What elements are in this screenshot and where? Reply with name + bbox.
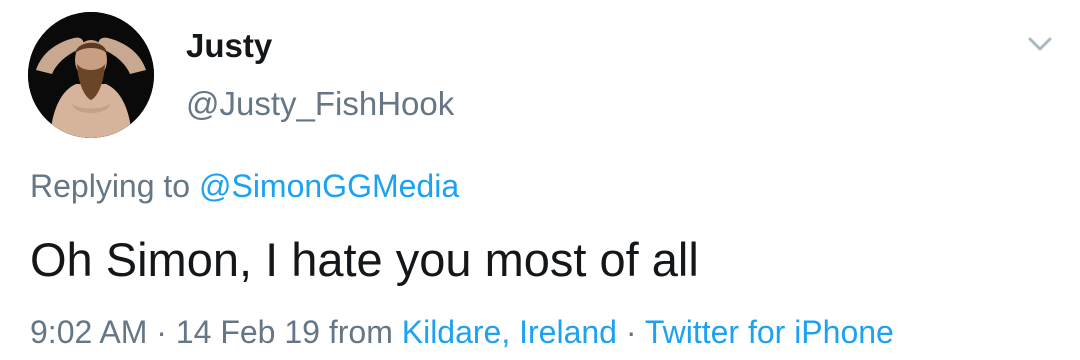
tweet-text: Oh Simon, I hate you most of all: [30, 233, 699, 286]
tweet-date[interactable]: 14 Feb 19: [176, 314, 320, 350]
user-handle[interactable]: @Justy_FishHook: [186, 84, 454, 124]
chevron-down-icon[interactable]: [1024, 28, 1056, 60]
reply-mention-link[interactable]: @SimonGGMedia: [199, 168, 459, 204]
meta-separator: ·: [616, 314, 645, 350]
location-link[interactable]: Kildare, Ireland: [402, 314, 617, 350]
reply-context: Replying to @SimonGGMedia: [30, 166, 459, 206]
reply-prefix: Replying to: [30, 168, 199, 204]
meta-separator: ·: [147, 314, 176, 350]
tweet-card: Justy @Justy_FishHook Replying to @Simon…: [0, 0, 1080, 360]
avatar[interactable]: [28, 12, 154, 138]
tweet-meta: 9:02 AM · 14 Feb 19 from Kildare, Irelan…: [30, 312, 894, 352]
tweet-time[interactable]: 9:02 AM: [30, 314, 147, 350]
display-name[interactable]: Justy: [186, 26, 272, 66]
source-link[interactable]: Twitter for iPhone: [645, 314, 894, 350]
meta-from: from: [319, 314, 402, 350]
avatar-photo: [28, 12, 154, 138]
